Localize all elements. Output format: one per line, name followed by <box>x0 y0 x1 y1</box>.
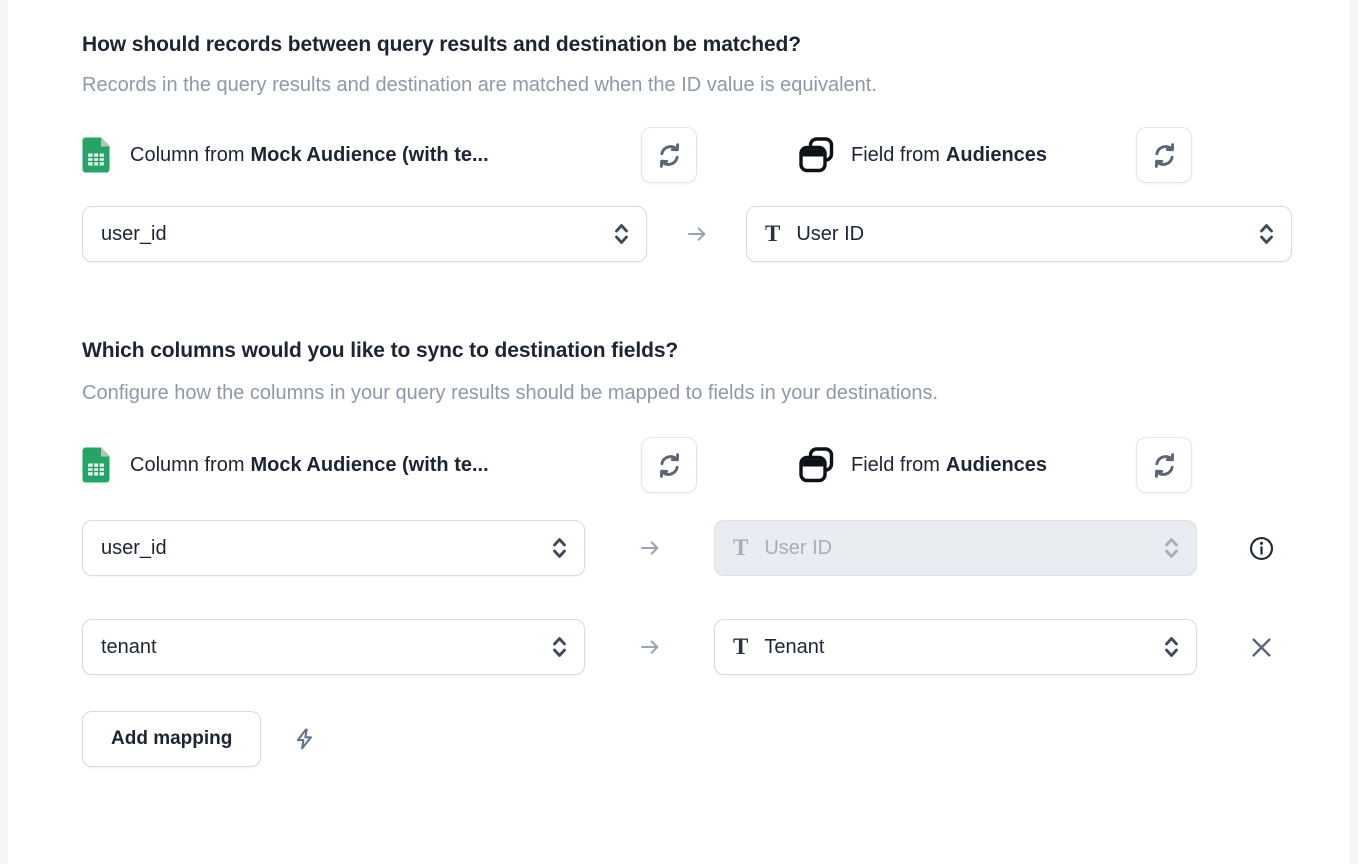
sync-dest-field-select[interactable]: T Tenant <box>714 619 1197 675</box>
refresh-dest-fields-button[interactable] <box>1136 437 1192 493</box>
sync-section-heading: Which columns would you like to sync to … <box>82 336 1292 366</box>
audiences-window-icon <box>797 135 837 175</box>
sync-section-description: Configure how the columns in your query … <box>82 376 1142 410</box>
dest-header-prefix: Field from <box>851 144 940 167</box>
dest-header-prefix: Field from <box>851 454 940 477</box>
sync-config-panel: How should records between query results… <box>0 0 1358 807</box>
match-source-header: Column from Mock Audience (with te... <box>82 127 697 183</box>
mapping-arrow-zone <box>585 635 714 659</box>
chevron-up-down-icon <box>613 221 630 247</box>
source-header-prefix: Column from <box>130 144 244 167</box>
chevron-up-down-icon <box>551 535 568 561</box>
sync-dest-field-value: User ID <box>764 537 1163 560</box>
chevron-up-down-icon <box>1258 221 1275 247</box>
refresh-source-columns-button[interactable] <box>641 127 697 183</box>
text-type-icon: T <box>733 634 748 660</box>
refresh-dest-fields-button[interactable] <box>1136 127 1192 183</box>
chevron-up-down-icon <box>1163 535 1180 561</box>
source-header-name: Mock Audience (with te... <box>250 454 488 477</box>
match-header-row: Column from Mock Audience (with te... <box>82 126 1292 184</box>
arrow-right-icon <box>638 536 662 560</box>
dest-header-name: Audiences <box>946 454 1047 477</box>
mapping-arrow-zone <box>647 222 746 246</box>
arrow-right-icon <box>638 635 662 659</box>
match-section-heading: How should records between query results… <box>82 30 1292 60</box>
text-type-icon: T <box>733 535 748 561</box>
google-sheets-icon <box>82 447 110 483</box>
match-dest-field-select[interactable]: T User ID <box>746 206 1292 262</box>
sync-arrows-icon <box>656 452 683 479</box>
sync-arrows-icon <box>1151 452 1178 479</box>
left-edge-strip <box>0 0 8 864</box>
google-sheets-icon <box>82 137 110 173</box>
remove-mapping-icon[interactable] <box>1248 634 1275 661</box>
text-type-icon: T <box>765 221 780 247</box>
chevron-up-down-icon <box>1163 634 1180 660</box>
source-header-prefix: Column from <box>130 454 244 477</box>
match-mapping-row: user_id T User ID <box>82 206 1292 262</box>
sync-source-column-value: user_id <box>101 537 551 560</box>
mapping-actions-row: Add mapping <box>82 711 1292 767</box>
mapping-arrow-zone <box>585 536 714 560</box>
match-dest-field-value: User ID <box>796 223 1258 246</box>
sync-dest-field-select-disabled: T User ID <box>714 520 1197 576</box>
sync-arrows-icon <box>656 142 683 169</box>
match-source-column-select[interactable]: user_id <box>82 206 647 262</box>
info-icon[interactable] <box>1248 535 1275 562</box>
right-edge-strip <box>1350 0 1358 864</box>
lightning-bolt-icon[interactable] <box>293 727 317 751</box>
sync-header-row: Column from Mock Audience (with te... <box>82 436 1292 494</box>
sync-source-header-label: Column from Mock Audience (with te... <box>130 454 489 477</box>
sync-arrows-icon <box>1151 142 1178 169</box>
add-mapping-button[interactable]: Add mapping <box>82 711 261 767</box>
dest-header-name: Audiences <box>946 144 1047 167</box>
chevron-up-down-icon <box>551 634 568 660</box>
sync-dest-field-value: Tenant <box>764 636 1163 659</box>
match-dest-header-label: Field from Audiences <box>851 144 1047 167</box>
source-header-name: Mock Audience (with te... <box>250 144 488 167</box>
audiences-window-icon <box>797 445 837 485</box>
match-source-column-value: user_id <box>101 223 613 246</box>
sync-dest-header: Field from Audiences <box>797 437 1192 493</box>
sync-dest-header-label: Field from Audiences <box>851 454 1047 477</box>
sync-mapping-row: tenant T Tenant <box>82 619 1292 675</box>
sync-source-column-value: tenant <box>101 636 551 659</box>
sync-mapping-row: user_id T User ID <box>82 520 1292 576</box>
match-section-description: Records in the query results and destina… <box>82 70 1292 100</box>
match-dest-header: Field from Audiences <box>797 127 1192 183</box>
sync-source-column-select[interactable]: user_id <box>82 520 585 576</box>
arrow-right-icon <box>685 222 709 246</box>
refresh-source-columns-button[interactable] <box>641 437 697 493</box>
sync-source-column-select[interactable]: tenant <box>82 619 585 675</box>
match-source-header-label: Column from Mock Audience (with te... <box>130 144 489 167</box>
sync-source-header: Column from Mock Audience (with te... <box>82 437 697 493</box>
